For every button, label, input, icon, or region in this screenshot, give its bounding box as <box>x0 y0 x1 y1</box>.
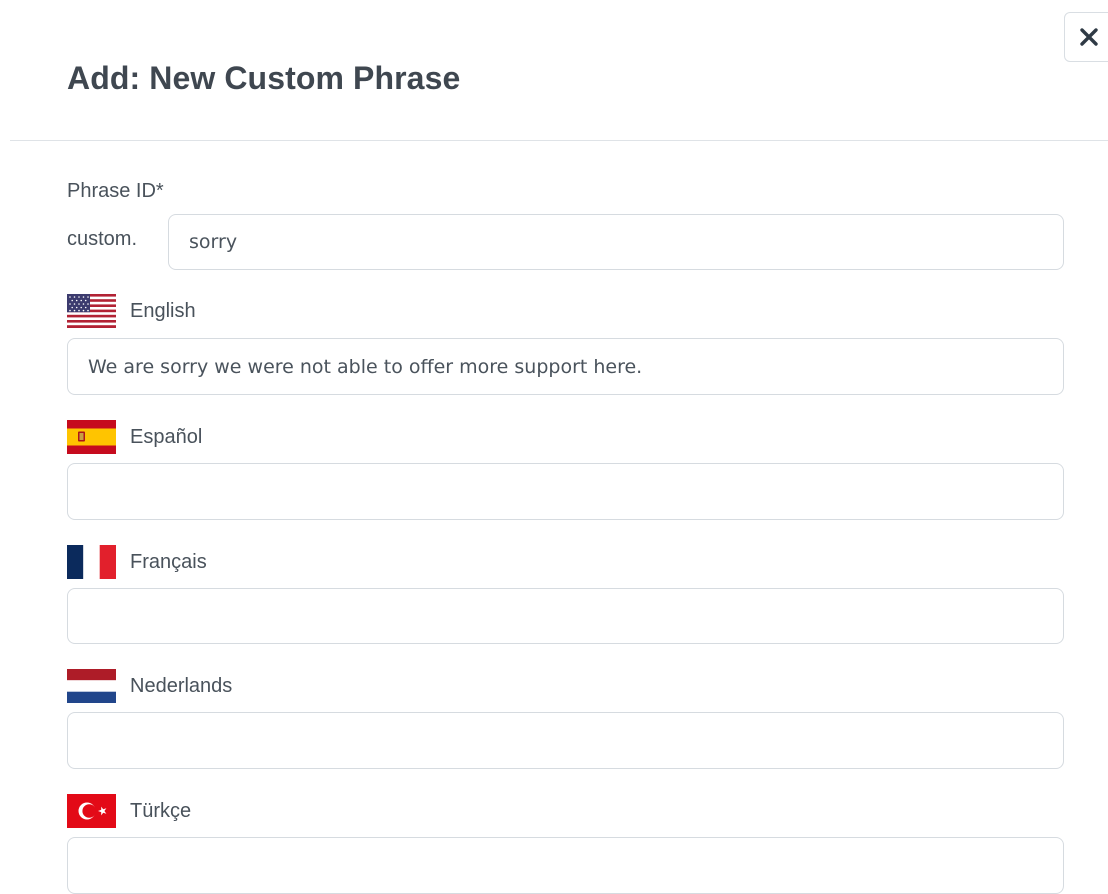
language-row-turkish: Türkçe <box>67 793 191 829</box>
us-flag-icon <box>67 294 116 328</box>
spanish-phrase-input[interactable] <box>67 463 1064 520</box>
english-phrase-input[interactable] <box>67 338 1064 395</box>
france-flag-icon <box>67 545 116 579</box>
phrase-id-label: Phrase ID* <box>67 180 164 202</box>
phrase-id-prefix: custom. <box>67 228 138 250</box>
dutch-phrase-input[interactable] <box>67 712 1064 769</box>
language-row-dutch: Nederlands <box>67 668 232 704</box>
spain-flag-icon <box>67 420 116 454</box>
turkey-flag-icon <box>67 794 116 828</box>
header-divider <box>10 140 1108 141</box>
phrase-id-input[interactable] <box>168 214 1064 270</box>
language-row-french: Français <box>67 544 207 580</box>
language-row-english: English <box>67 293 196 329</box>
close-button[interactable] <box>1064 12 1108 62</box>
french-phrase-input[interactable] <box>67 588 1064 644</box>
language-label: Español <box>130 425 203 448</box>
language-label: English <box>130 299 196 322</box>
netherlands-flag-icon <box>67 669 116 703</box>
turkish-phrase-input[interactable] <box>67 837 1064 894</box>
close-icon <box>1080 28 1098 46</box>
language-label: Français <box>130 550 207 573</box>
language-label: Türkçe <box>130 799 192 822</box>
language-row-spanish: Español <box>67 419 202 455</box>
dialog-title: Add: New Custom Phrase <box>67 60 461 96</box>
language-label: Nederlands <box>130 674 233 697</box>
